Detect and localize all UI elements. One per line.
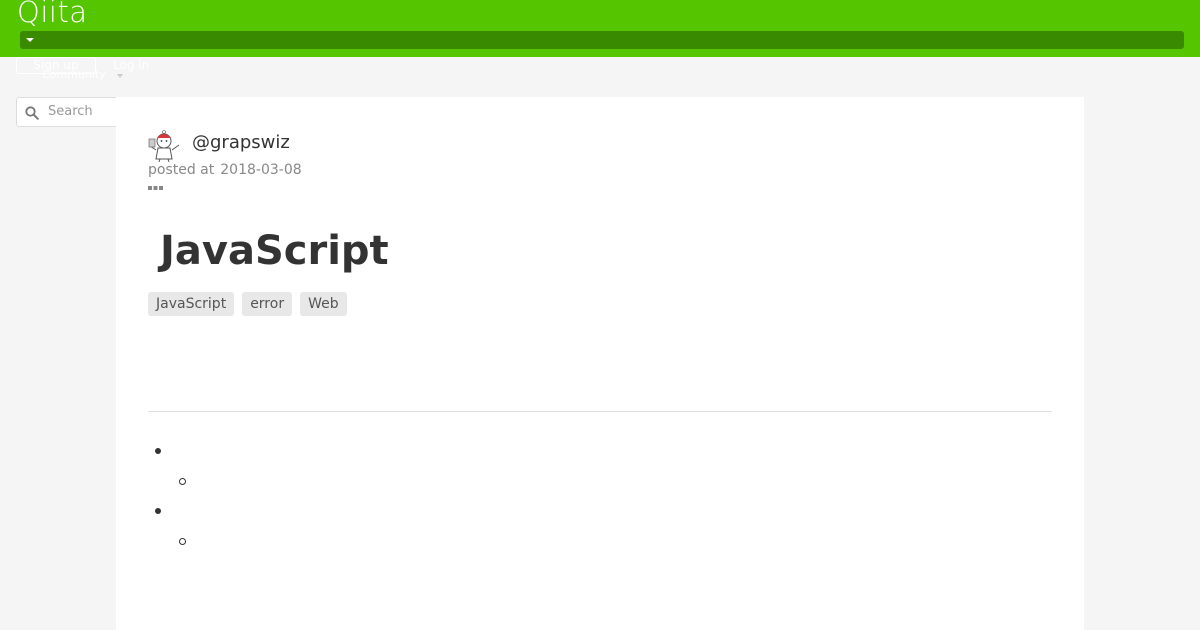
- sub-bullet-icon: [179, 478, 186, 485]
- posted-date-value: 2018-03-08: [220, 162, 302, 178]
- qiita-logo[interactable]: Qiita: [17, 0, 88, 30]
- author-username[interactable]: @grapswiz: [192, 132, 290, 154]
- community-menu[interactable]: Community: [42, 68, 106, 82]
- global-menu-strip[interactable]: [20, 31, 1184, 49]
- tag-javascript[interactable]: JavaScript: [148, 292, 235, 316]
- tag-list: JavaScript error Web: [148, 292, 347, 316]
- content-divider: [148, 411, 1052, 412]
- search-icon: [25, 106, 39, 120]
- more-options-icon[interactable]: [148, 185, 164, 191]
- bullet-icon: [155, 508, 161, 514]
- tag-web[interactable]: Web: [300, 292, 347, 316]
- bullet-icon: [155, 448, 161, 454]
- author-avatar[interactable]: [148, 129, 182, 163]
- login-link[interactable]: Log in: [113, 58, 149, 73]
- sub-bullet-icon: [179, 538, 186, 545]
- posted-label: posted at: [148, 162, 215, 178]
- header-bar: Qiita: [0, 0, 1200, 57]
- search-placeholder: Search: [48, 104, 93, 119]
- caret-down-icon[interactable]: [26, 38, 34, 42]
- article-container: @grapswiz posted at 2018-03-08 JavaScript…: [116, 97, 1084, 630]
- article-title: JavaScript: [160, 228, 389, 274]
- tag-error[interactable]: error: [242, 292, 293, 316]
- community-caret-icon[interactable]: [117, 74, 123, 78]
- posted-date: posted at 2018-03-08: [148, 161, 302, 179]
